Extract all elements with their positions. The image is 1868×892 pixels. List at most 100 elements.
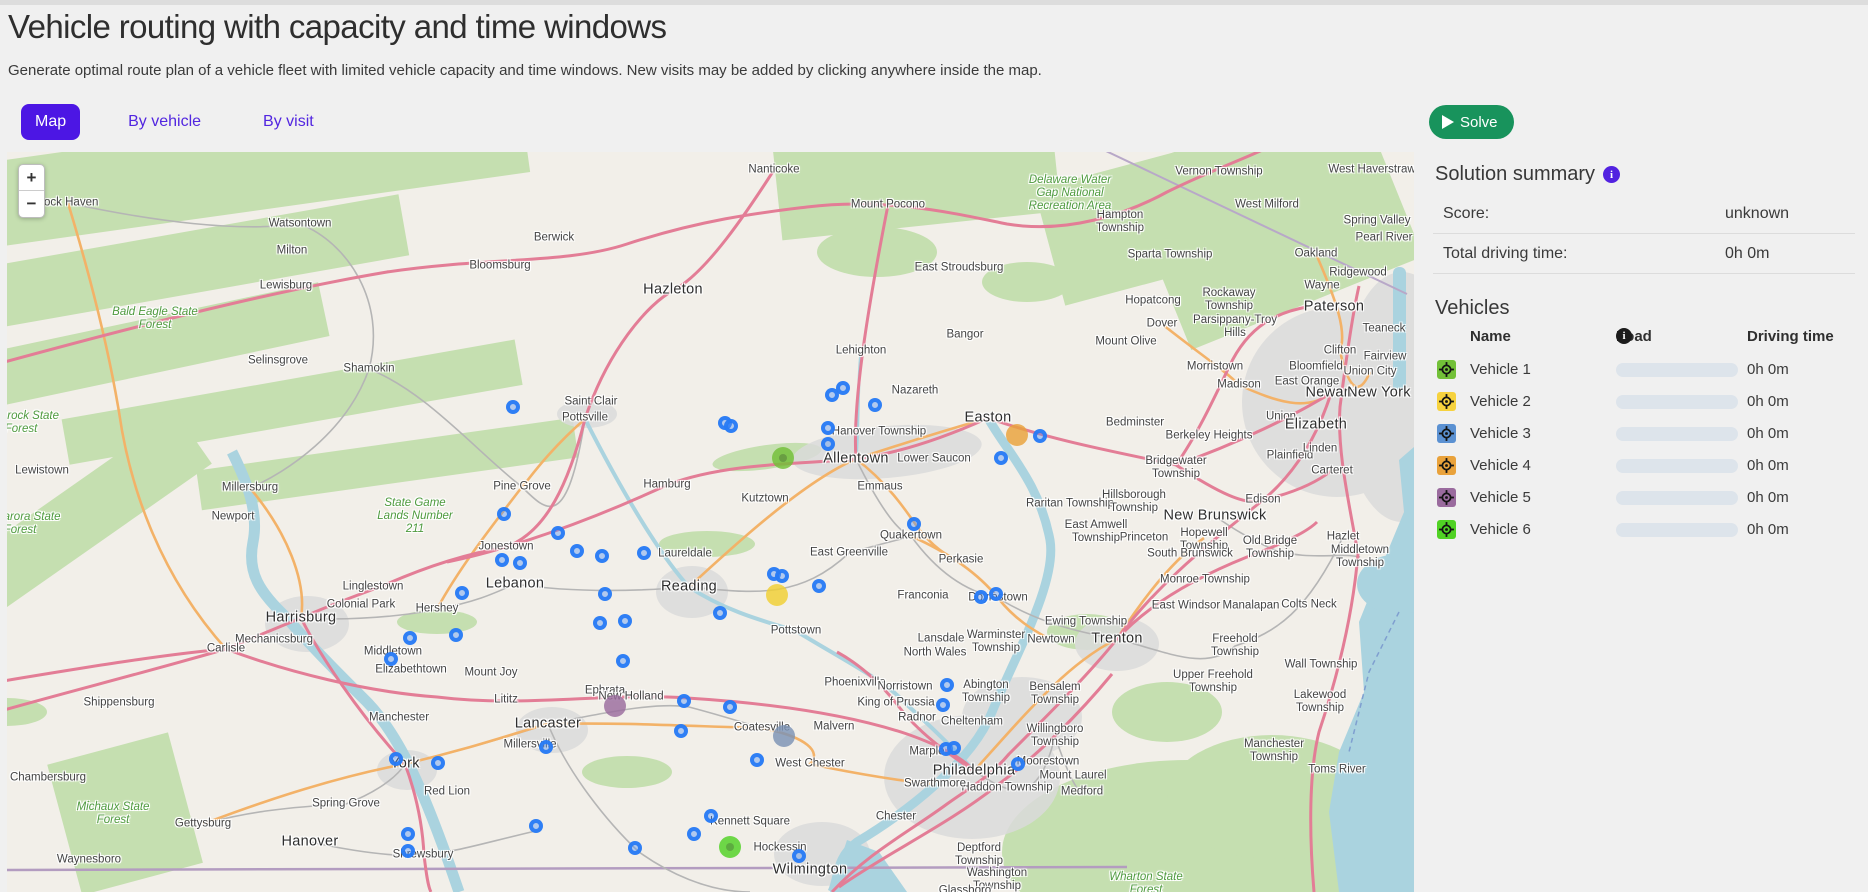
visit-marker[interactable] <box>506 400 520 414</box>
vehicle-color-icon <box>1437 456 1456 475</box>
visit-marker[interactable] <box>551 526 565 540</box>
map-label: Trenton <box>1091 631 1143 648</box>
visit-marker[interactable] <box>836 381 850 395</box>
visit-marker[interactable] <box>593 616 607 630</box>
visit-marker[interactable] <box>595 549 609 563</box>
map-label: Spring Grove <box>312 797 380 810</box>
visit-marker[interactable] <box>821 421 835 435</box>
map-label: Manchester <box>369 711 429 724</box>
vehicle-name: Vehicle 1 <box>1470 361 1531 378</box>
map-label: Berwick <box>534 231 574 244</box>
visit-marker[interactable] <box>449 628 463 642</box>
zoom-out-button[interactable]: − <box>19 191 44 217</box>
visit-marker[interactable] <box>403 631 417 645</box>
map-label: Ridgewood <box>1329 266 1387 279</box>
visit-marker[interactable] <box>389 752 403 766</box>
visit-marker[interactable] <box>384 652 398 666</box>
info-icon[interactable]: i <box>1603 166 1620 183</box>
visit-marker[interactable] <box>907 517 921 531</box>
map-label: Hanover <box>282 834 339 851</box>
visit-marker[interactable] <box>677 694 691 708</box>
visit-marker[interactable] <box>618 614 632 628</box>
visit-marker[interactable] <box>994 451 1008 465</box>
total-driving-time-label: Total driving time: <box>1433 245 1725 263</box>
visit-marker[interactable] <box>723 700 737 714</box>
visit-marker[interactable] <box>513 556 527 570</box>
solve-button[interactable]: Solve <box>1429 105 1514 139</box>
map-label: Willingboro Township <box>1009 723 1101 749</box>
visit-marker[interactable] <box>401 827 415 841</box>
visit-marker[interactable] <box>974 590 988 604</box>
visit-marker[interactable] <box>495 553 509 567</box>
map-label: Pottstown <box>771 624 822 637</box>
map-label: Manchester Township <box>1228 738 1320 764</box>
visit-marker[interactable] <box>616 654 630 668</box>
visit-marker[interactable] <box>570 544 584 558</box>
map-label: Manalapan <box>1223 599 1280 612</box>
vehicle-depot-marker[interactable] <box>604 695 626 717</box>
visit-marker[interactable] <box>936 698 950 712</box>
map-label: Swarthmore <box>904 777 966 790</box>
vehicle-name: Vehicle 3 <box>1470 425 1531 442</box>
map-label: Carteret <box>1311 464 1353 477</box>
visit-marker[interactable] <box>637 546 651 560</box>
visit-marker[interactable] <box>539 740 553 754</box>
visit-marker[interactable] <box>1033 429 1047 443</box>
map-label: Linglestown <box>343 580 404 593</box>
depot-center-dot <box>779 454 787 462</box>
map-canvas[interactable]: ​ <box>7 152 1414 892</box>
visit-marker[interactable] <box>628 841 642 855</box>
map-label: Dover <box>1147 317 1178 330</box>
map-label: Jonestown <box>479 540 534 553</box>
visit-marker[interactable] <box>750 753 764 767</box>
load-info-icon[interactable]: i <box>1616 328 1632 344</box>
visit-marker[interactable] <box>401 844 415 858</box>
visit-marker[interactable] <box>687 827 701 841</box>
column-driving-time: Driving time <box>1747 328 1834 345</box>
zoom-in-button[interactable]: + <box>19 165 44 191</box>
visit-marker[interactable] <box>940 678 954 692</box>
visit-marker[interactable] <box>724 419 738 433</box>
tab-by-visit[interactable]: By visit <box>249 104 328 140</box>
map-label: Radnor <box>898 711 936 724</box>
map-label: Lancaster <box>515 716 581 733</box>
vehicle-depot-marker[interactable] <box>773 725 795 747</box>
visit-marker[interactable] <box>497 507 511 521</box>
visit-marker[interactable] <box>674 724 688 738</box>
map-label: Michaux State Forest <box>67 801 159 827</box>
tab-map[interactable]: Map <box>21 104 80 140</box>
map-label: Pearl River <box>1356 231 1413 244</box>
map-label: Nazareth <box>892 384 939 397</box>
vehicle-depot-marker[interactable] <box>766 584 788 606</box>
visit-marker[interactable] <box>1011 757 1025 771</box>
visit-marker[interactable] <box>455 586 469 600</box>
tab-by-vehicle[interactable]: By vehicle <box>114 104 215 140</box>
map-label: Shippensburg <box>84 696 155 709</box>
visit-marker[interactable] <box>713 606 727 620</box>
visit-marker[interactable] <box>989 587 1003 601</box>
visit-marker[interactable] <box>792 849 806 863</box>
visit-marker[interactable] <box>812 579 826 593</box>
visit-marker[interactable] <box>821 437 835 451</box>
visit-marker[interactable] <box>598 587 612 601</box>
vehicle-depot-marker[interactable] <box>772 447 794 469</box>
map-label: East Orange <box>1275 375 1340 388</box>
vehicle-depot-marker[interactable] <box>719 836 741 858</box>
vehicle-depot-marker[interactable] <box>1006 424 1028 446</box>
map-label: East Amwell Township <box>1050 519 1142 545</box>
map-label: Laureldale <box>658 547 712 560</box>
visit-marker[interactable] <box>947 741 961 755</box>
visit-marker[interactable] <box>868 398 882 412</box>
vehicle-driving-time: 0h 0m <box>1747 457 1789 474</box>
vehicle-name: Vehicle 2 <box>1470 393 1531 410</box>
visit-marker[interactable] <box>529 819 543 833</box>
map-label: Madison <box>1217 378 1260 391</box>
map-label: Tuscarora State Forest <box>7 511 66 537</box>
score-value: unknown <box>1725 205 1789 223</box>
visit-marker[interactable] <box>775 569 789 583</box>
map-label: Parsippany-Troy Hills <box>1189 314 1281 340</box>
visit-marker[interactable] <box>704 809 718 823</box>
crosshairs-icon <box>1438 393 1455 410</box>
visit-marker[interactable] <box>431 756 445 770</box>
map-label: Medford <box>1061 785 1103 798</box>
